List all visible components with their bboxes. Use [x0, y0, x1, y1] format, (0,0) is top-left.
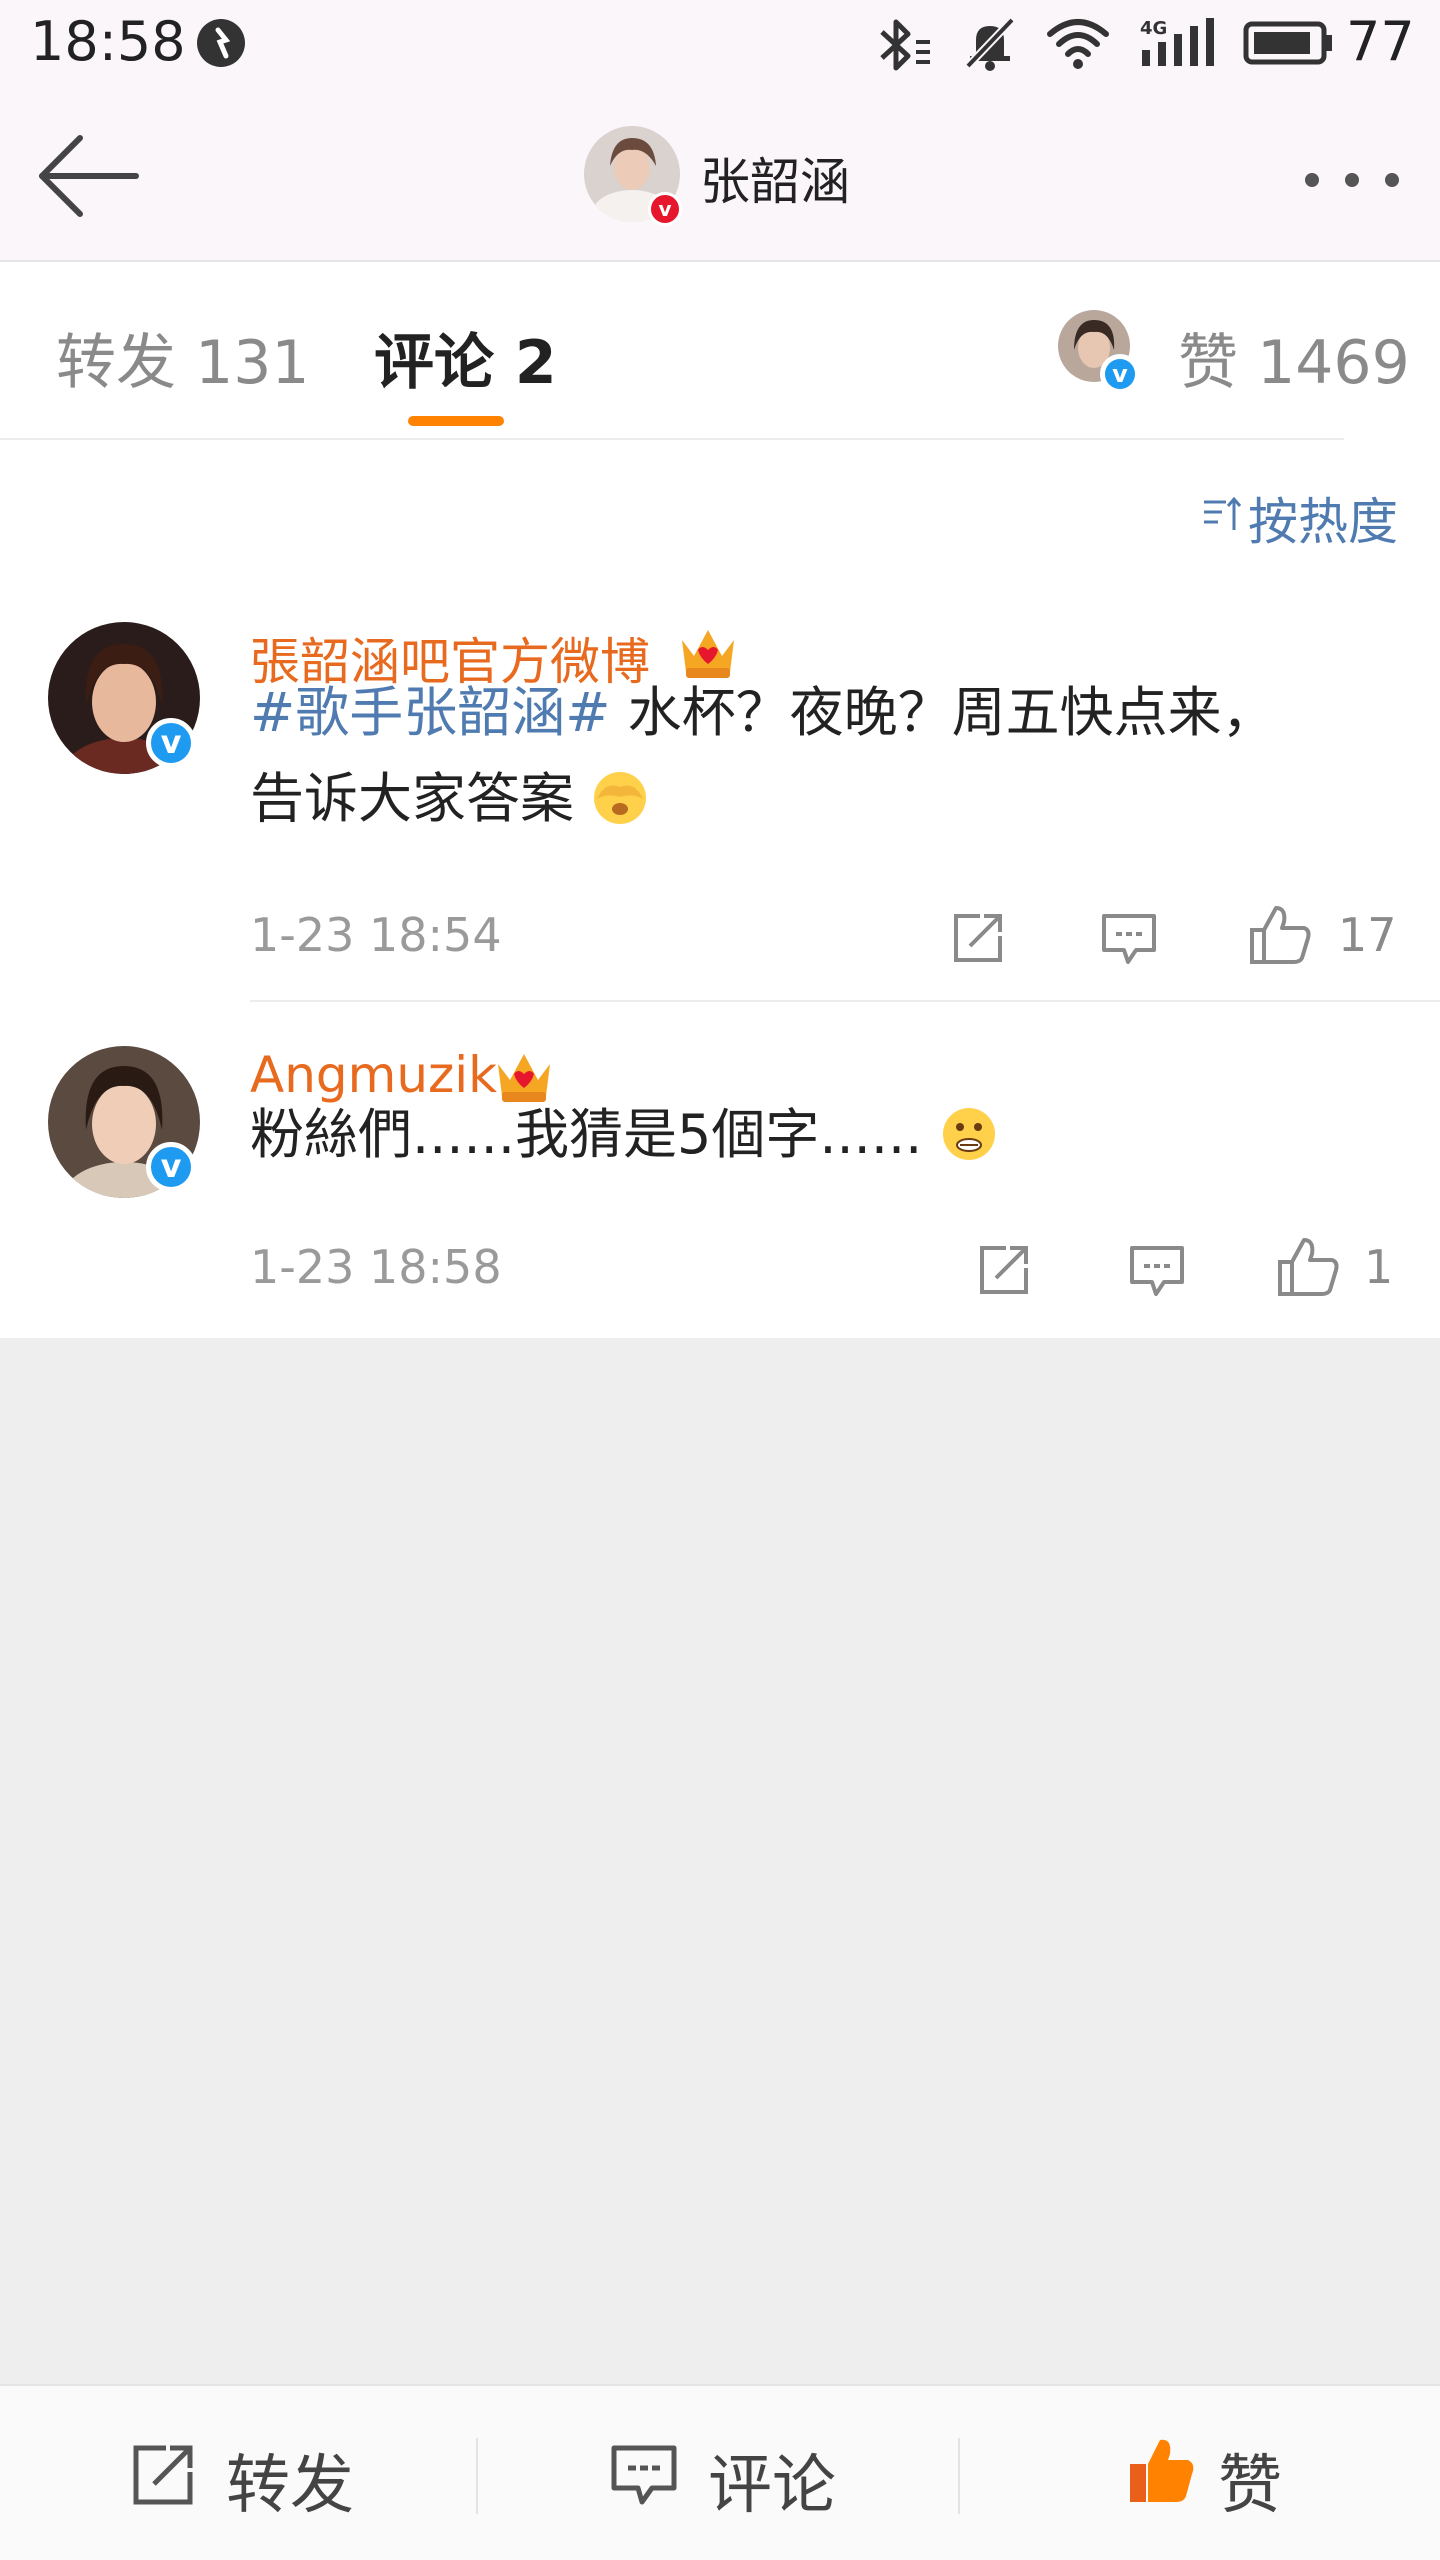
battery-icon	[1243, 21, 1332, 65]
verified-badge: v	[146, 1142, 196, 1192]
tab-divider	[0, 438, 1344, 440]
repost-icon[interactable]	[130, 2442, 196, 2508]
comment-icon[interactable]	[610, 2444, 678, 2508]
mute-icon	[965, 17, 1015, 71]
reply-icon[interactable]	[1128, 1244, 1186, 1300]
notification-icon	[197, 19, 245, 67]
verified-badge: v	[146, 718, 196, 768]
header-title: 张韶涵	[700, 153, 850, 211]
more-dots-icon[interactable]	[1302, 170, 1402, 190]
thumbs-up-filled-icon[interactable]	[1126, 2434, 1196, 2506]
comment-text: #歌手张韶涵# 水杯？夜晚？周五快点来，	[250, 670, 1400, 756]
comment-list: v 張韶涵吧官方微博 #歌手张韶涵# 水杯？夜晚？周五快点来， 告诉大家答案 1…	[0, 572, 1440, 1338]
comment-time: 1-23 18:58	[250, 1240, 502, 1294]
signal-4g-icon: 4G	[1140, 18, 1214, 66]
status-bar: 18:58 4G 77	[0, 0, 1440, 90]
repost-button[interactable]: 转发	[226, 2434, 354, 2526]
wifi-icon	[1047, 19, 1109, 69]
bottom-divider	[958, 2438, 960, 2514]
tab-repost[interactable]: 转发 131	[56, 314, 310, 401]
verified-badge: v	[1100, 354, 1140, 394]
thumbs-up-icon[interactable]	[1276, 1234, 1340, 1298]
like-button[interactable]: 赞	[1218, 2434, 1282, 2526]
facepalm-emoji-icon	[594, 772, 647, 824]
comment-text-line2-content: 告诉大家答案	[250, 767, 574, 830]
comment-item: v Angmuzik 粉絲們......我猜是5個字...... 1-23 18…	[0, 1002, 1440, 1338]
tab-likes[interactable]: 赞 1469	[1178, 314, 1410, 401]
like-count: 17	[1338, 908, 1397, 962]
bottom-action-bar: 转发 评论 赞	[0, 2384, 1440, 2560]
back-arrow-icon[interactable]	[36, 130, 142, 222]
sort-by-hot[interactable]: 按热度	[1248, 482, 1398, 554]
status-time: 18:58	[30, 10, 186, 73]
active-tab-indicator	[408, 416, 504, 426]
comment-time: 1-23 18:54	[250, 908, 502, 962]
verified-orange-badge: v	[648, 192, 682, 226]
bottom-divider	[476, 2438, 478, 2514]
header-bar: v 张韶涵	[0, 90, 1440, 262]
comment-text-line1: 粉絲們......我猜是5個字......	[250, 1103, 923, 1166]
bluetooth-icon	[880, 19, 930, 71]
tab-comments[interactable]: 评论 2	[374, 314, 557, 401]
share-icon[interactable]	[976, 1242, 1032, 1298]
sort-icon[interactable]	[1202, 496, 1242, 532]
comment-item: v 張韶涵吧官方微博 #歌手张韶涵# 水杯？夜晚？周五快点来， 告诉大家答案 1…	[0, 572, 1440, 1002]
comment-text-line1: 水杯？夜晚？周五快点来，	[610, 681, 1276, 744]
like-count: 1	[1364, 1240, 1394, 1294]
sort-row: 按热度	[0, 442, 1440, 572]
hashtag-link[interactable]: #歌手张韶涵#	[250, 681, 611, 744]
tab-bar: 转发 131 评论 2 v 赞 1469	[0, 262, 1440, 442]
thumbs-up-icon[interactable]	[1248, 902, 1312, 966]
comment-text: 粉絲們......我猜是5個字......	[250, 1092, 1400, 1178]
reply-icon[interactable]	[1100, 912, 1158, 968]
battery-percentage: 77	[1346, 10, 1415, 73]
share-icon[interactable]	[950, 910, 1006, 966]
comment-button[interactable]: 评论	[708, 2434, 836, 2526]
comment-text-line2: 告诉大家答案	[250, 756, 649, 842]
zipped-mouth-emoji-icon	[942, 1108, 995, 1160]
svg-text:4G: 4G	[1140, 18, 1167, 39]
